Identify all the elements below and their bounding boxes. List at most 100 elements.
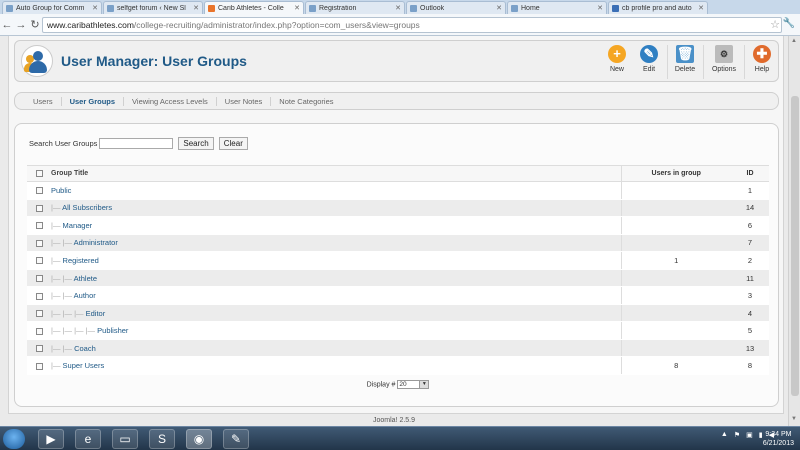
search-button[interactable]: Search [178,137,214,150]
media-player-icon[interactable]: ▶ [38,429,64,449]
skype-icon[interactable]: S [149,429,175,449]
close-icon[interactable]: ✕ [294,4,300,12]
row-checkbox[interactable] [27,286,51,305]
submenu-viewing-access-levels[interactable]: Viewing Access Levels [124,96,217,106]
tree-indent: |— [51,203,61,213]
joomla-version: Joomla! 2.5.9 [372,417,416,424]
help-button[interactable]: ✚ Help [747,44,777,80]
submenu-user-notes[interactable]: User Notes [217,96,272,106]
clock-time: 9:34 PM [765,431,792,438]
group-link[interactable]: Administrator [74,238,118,247]
clock-date: 6/21/2013 [762,440,794,447]
group-link[interactable]: Super Users [63,361,105,370]
display-limit-select[interactable]: 20 ▼ [397,380,430,389]
column-id[interactable]: ID [731,165,769,182]
page-icon [6,4,13,12]
browser-tab[interactable]: Home ✕ [507,1,607,14]
reload-icon[interactable]: ↻ [28,18,42,31]
display-icon[interactable]: ▣ [746,431,753,439]
group-id: 6 [731,216,769,235]
users-count [620,286,731,305]
scroll-down-icon[interactable]: ▼ [791,416,797,422]
users-count: 1 [620,251,731,270]
browser-tab[interactable]: cb profile pro and auto ✕ [608,1,708,14]
group-title-cell: |— All Subscribers [51,199,621,218]
row-checkbox[interactable] [27,234,51,253]
close-icon[interactable]: ✕ [193,4,199,12]
row-checkbox[interactable] [27,181,51,200]
browser-tab-active[interactable]: Carib Athletes - Colle ✕ [204,1,304,14]
group-link[interactable]: All Subscribers [62,203,112,212]
table-row: |— Registered 1 2 [27,251,769,270]
close-icon[interactable]: ✕ [395,4,401,12]
group-link[interactable]: Athlete [74,274,97,283]
row-checkbox[interactable] [27,199,51,218]
options-button[interactable]: ⚙ Options [707,44,741,80]
close-icon[interactable]: ✕ [698,4,704,12]
submenu-user-groups[interactable]: User Groups [62,96,125,106]
scrollbar-thumb[interactable] [791,96,799,396]
back-arrow-icon[interactable]: ← [0,19,14,31]
internet-explorer-icon[interactable]: e [75,429,101,449]
group-link[interactable]: Registered [63,256,99,265]
wrench-icon[interactable]: 🔧 [783,18,795,29]
browser-tab[interactable]: Auto Group for Comm ✕ [2,1,102,14]
group-title-cell: |— |— Coach [51,339,621,358]
new-button[interactable]: + New [602,44,632,80]
group-link[interactable]: Manager [63,221,93,230]
scroll-up-icon[interactable]: ▲ [791,38,797,44]
system-clock[interactable]: 9:34 PM 6/21/2013 [763,430,794,448]
tree-indent: |— |— [51,291,72,301]
row-checkbox[interactable] [27,269,51,288]
file-explorer-icon[interactable]: ▭ [112,429,138,449]
page-icon [107,4,114,12]
chrome-icon[interactable]: ◉ [186,429,212,449]
group-link[interactable]: Publisher [97,326,128,335]
page-viewport: User Manager: User Groups + New ✎ Edit 🗑… [0,36,788,426]
toolbar-divider [667,45,668,79]
browser-tab[interactable]: Outlook ✕ [406,1,506,14]
action-center-icon[interactable]: ⚑ [734,431,740,439]
column-users-in-group: Users in group [620,165,731,182]
submenu-users[interactable]: Users [25,96,62,106]
help-icon: ✚ [753,45,771,63]
row-checkbox[interactable] [27,356,51,376]
paint-icon[interactable]: ✎ [223,429,249,449]
close-icon[interactable]: ✕ [92,4,98,12]
submenu-note-categories[interactable]: Note Categories [271,97,341,106]
group-link[interactable]: Editor [86,309,106,318]
search-input[interactable] [99,138,174,149]
clear-button[interactable]: Clear [218,137,248,150]
column-group-title[interactable]: Group Title [51,165,621,182]
users-count [620,304,731,323]
browser-tab[interactable]: Registration ✕ [305,1,405,14]
row-checkbox[interactable] [27,304,51,323]
delete-button[interactable]: 🗑 Delete [670,44,700,80]
row-checkbox[interactable] [27,216,51,235]
users-count [620,269,731,288]
bookmark-star-icon[interactable]: ☆ [770,18,780,31]
group-link[interactable]: Author [74,291,96,300]
group-title-cell: |— Manager [51,216,621,235]
edit-button[interactable]: ✎ Edit [634,44,664,80]
table-row: |— Super Users 8 8 [27,356,769,376]
group-link[interactable]: Public [51,186,71,195]
url-input[interactable]: www.caribathletes.com/college-recruiting… [42,17,782,33]
row-checkbox[interactable] [27,251,51,270]
select-all-checkbox[interactable] [27,165,51,182]
browser-tab[interactable]: selfget forum ‹ New Sl ✕ [103,1,203,14]
tray-arrow-icon[interactable]: ▲ [721,431,728,439]
groups-table: Group Title Users in group ID Public 1 |—… [27,165,769,376]
vertical-scrollbar[interactable]: ▲ ▼ [788,36,800,426]
close-icon[interactable]: ✕ [597,4,603,12]
forward-arrow-icon[interactable]: → [14,19,28,31]
row-checkbox[interactable] [27,321,51,340]
start-button[interactable] [3,429,25,449]
tab-label: Carib Athletes - Colle [218,4,284,12]
browser-tab-bar: Auto Group for Comm ✕ selfget forum ‹ New… [0,0,800,14]
row-checkbox[interactable] [27,339,51,358]
url-path: /college-recruiting/administrator/index.… [133,20,420,30]
group-link[interactable]: Coach [74,344,96,353]
tree-indent: |— |— |— |— [51,326,96,336]
close-icon[interactable]: ✕ [496,4,502,12]
